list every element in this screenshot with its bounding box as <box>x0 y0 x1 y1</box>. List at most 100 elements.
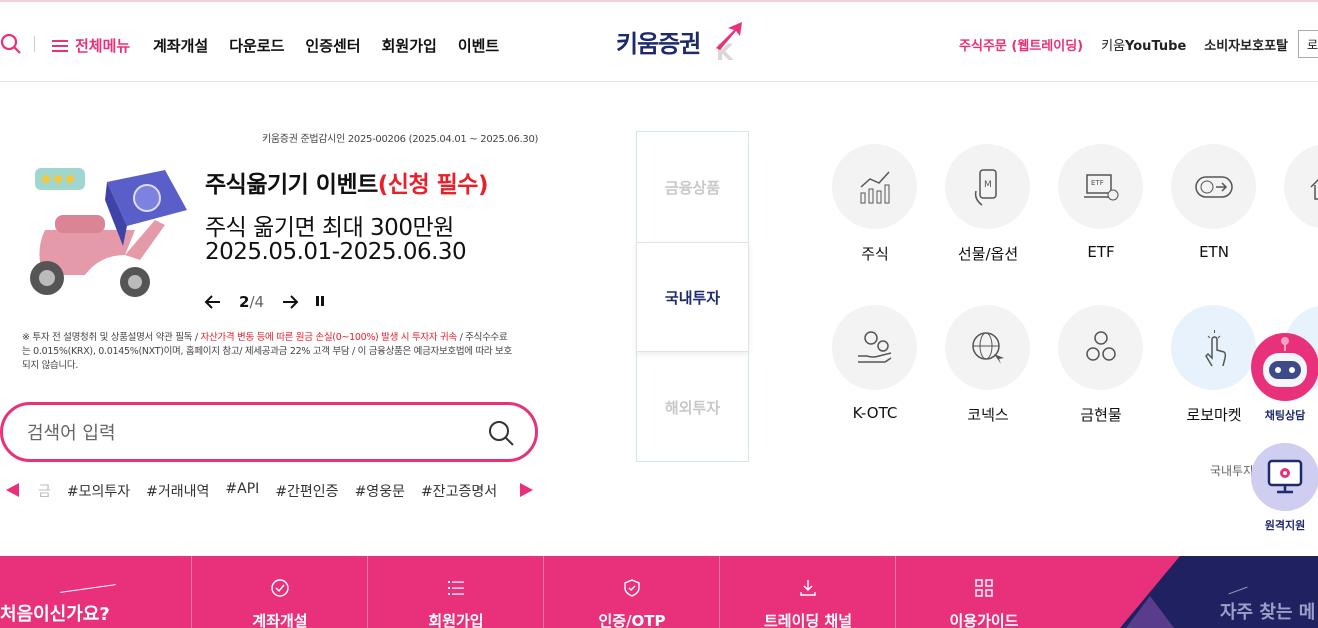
nav-item-event[interactable]: 이벤트 <box>458 35 499 56</box>
touch-hand-icon <box>1171 305 1256 390</box>
login-button[interactable]: 로 <box>1298 30 1318 58</box>
utility-links: 주식주문 (웹트레이딩) 키움YouTube 소비자보호포탈 <box>959 35 1288 54</box>
product-side-tabs: 금융상품 국내투자 해외투자 <box>636 131 749 462</box>
tag-list: 금 #모의투자 #거래내역 #API #간편인증 #영웅문 #잔고증명서 <box>38 481 497 501</box>
coin-hand-icon <box>832 305 917 390</box>
quick-user-guide[interactable]: 이용가이드 <box>895 556 1071 628</box>
category-etn[interactable]: ETN <box>1171 144 1257 261</box>
web-trading-link[interactable]: 주식주문 (웹트레이딩) <box>959 35 1083 54</box>
chat-consult-label: 채팅상담 <box>1264 409 1306 422</box>
pause-icon[interactable] <box>316 296 326 308</box>
category-label: 선물/옵션 <box>957 245 1019 263</box>
category-etf[interactable]: ETF ETF <box>1058 144 1144 261</box>
header-divider <box>34 36 35 52</box>
nav-item-signup[interactable]: 회원가입 <box>382 35 437 56</box>
quick-label: 이용가이드 <box>949 612 1019 628</box>
main-search-box <box>0 402 538 462</box>
tag-item[interactable]: #API <box>225 481 259 501</box>
quick-menu-band: 처음이신가요? 계좌개설 회원가입 인증/OTP 트레이딩 채널 이용가이드 자… <box>0 556 1318 628</box>
category-gold-spot[interactable]: 금현물 <box>1058 305 1144 425</box>
youtube-link[interactable]: 키움YouTube <box>1101 35 1186 54</box>
category-label: K-OTC <box>852 404 898 422</box>
quick-signup[interactable]: 회원가입 <box>367 556 543 628</box>
remote-support-label: 원격지원 <box>1264 519 1306 532</box>
svg-text:M: M <box>984 180 992 190</box>
download-icon <box>800 580 816 596</box>
decorative-line <box>60 584 116 593</box>
quick-label: 인증/OTP <box>598 612 666 628</box>
category-k-otc[interactable]: K-OTC <box>832 305 918 422</box>
tag-item[interactable]: 금 <box>38 481 51 501</box>
category-robo-market[interactable]: 로보마켓 <box>1171 305 1257 425</box>
consumer-portal-link[interactable]: 소비자보호포탈 <box>1204 35 1288 54</box>
tag-item[interactable]: #영웅문 <box>355 481 405 501</box>
promo-title[interactable]: 주식옮기기 이벤트(신청 필수) <box>205 165 488 199</box>
tag-next-icon[interactable] <box>520 483 533 497</box>
category-label: 로보마켓 <box>1186 406 1242 424</box>
quick-label: 회원가입 <box>428 612 484 628</box>
nav-item-account-open[interactable]: 계좌개설 <box>153 35 208 56</box>
compliance-approval-note: 키움증권 준법감시인 2025-00206 (2025.04.01 ~ 2025… <box>262 134 539 145</box>
shield-check-icon <box>624 579 640 597</box>
category-note: 국내투자 <box>1210 464 1255 478</box>
search-input[interactable] <box>27 419 467 447</box>
hamburger-icon <box>52 39 68 52</box>
chatbot-icon <box>1251 333 1318 401</box>
tab-overseas-investment[interactable]: 해외투자 <box>637 352 748 462</box>
quick-label: 계좌개설 <box>252 612 308 628</box>
phone-hand-icon: M <box>945 144 1030 229</box>
grid-icon <box>975 579 993 597</box>
check-circle-icon <box>271 579 289 597</box>
quick-cert-otp[interactable]: 인증/OTP <box>543 556 719 628</box>
quick-trading-channel[interactable]: 트레이딩 채널 <box>719 556 895 628</box>
youtube-prefix: 키움 <box>1101 39 1126 54</box>
category-label: 코넥스 <box>967 406 1009 424</box>
page-total: 4 <box>254 293 265 311</box>
category-konex[interactable]: 코넥스 <box>945 305 1031 425</box>
list-icon <box>448 581 464 595</box>
tab-domestic-investment[interactable]: 국내투자 <box>636 242 749 352</box>
tag-item[interactable]: #간편인증 <box>275 481 338 501</box>
category-stock[interactable]: 주식 <box>832 144 918 264</box>
first-time-heading[interactable]: 처음이신가요? <box>0 600 110 626</box>
etf-laptop-icon: ETF <box>1058 144 1143 229</box>
tab-financial-products[interactable]: 금융상품 <box>637 132 748 242</box>
globe-cursor-icon <box>945 305 1030 390</box>
nav-item-download[interactable]: 다운로드 <box>229 35 284 56</box>
all-menu-button[interactable]: 전체메뉴 <box>52 35 130 56</box>
youtube-label: YouTube <box>1125 39 1187 54</box>
category-label: 금현물 <box>1080 406 1122 424</box>
promo-title-main: 주식옮기기 이벤트 <box>205 172 378 198</box>
popular-tags: 금 #모의투자 #거래내역 #API #간편인증 #영웅문 #잔고증명서 <box>0 480 540 502</box>
logo-text: 키움증권 <box>616 30 701 58</box>
tag-item[interactable]: #거래내역 <box>146 481 209 501</box>
investment-disclaimer: ※ 투자 전 설명청취 및 상품설명서 약관 필독 / 자산가격 변동 등에 따… <box>22 331 512 373</box>
quick-account-open[interactable]: 계좌개설 <box>191 556 367 628</box>
tag-item[interactable]: #잔고증명서 <box>421 481 497 501</box>
svg-text:K: K <box>716 41 734 64</box>
kiwoom-logo[interactable]: 키움증권 K <box>616 22 742 64</box>
tag-prev-icon[interactable] <box>6 483 19 497</box>
quick-label: 트레이딩 채널 <box>763 612 853 628</box>
next-arrow-icon[interactable] <box>280 292 300 312</box>
banner-page-indicator: 2/4 <box>239 293 264 311</box>
svg-text:ETF: ETF <box>1091 179 1104 187</box>
chat-consult-button[interactable]: 채팅상담 <box>1249 333 1318 425</box>
category-label: E <box>1284 243 1318 261</box>
prev-arrow-icon[interactable] <box>203 292 223 312</box>
category-label: ETN <box>1199 243 1229 261</box>
all-menu-label: 전체메뉴 <box>75 37 131 55</box>
disclaimer-part-a: ※ 투자 전 설명청취 및 상품설명서 약관 필독 / <box>22 332 201 343</box>
promo-line-1: 주식 옮기면 최대 300만원 <box>205 215 454 241</box>
stock-chart-icon <box>832 144 917 229</box>
category-futures-options[interactable]: M 선물/옵션 <box>945 144 1031 264</box>
won-arrow-icon <box>1171 144 1256 229</box>
search-submit-icon[interactable] <box>487 419 515 447</box>
faq-heading[interactable]: 자주 찾는 메 <box>1220 598 1315 624</box>
nav-item-cert-center[interactable]: 인증센터 <box>305 35 360 56</box>
remote-support-button[interactable]: 원격지원 <box>1249 443 1318 535</box>
category-e-partial[interactable]: E <box>1284 144 1318 261</box>
tag-item[interactable]: #모의투자 <box>67 481 130 501</box>
house-arrow-icon <box>1284 144 1318 229</box>
search-icon[interactable] <box>0 33 22 55</box>
